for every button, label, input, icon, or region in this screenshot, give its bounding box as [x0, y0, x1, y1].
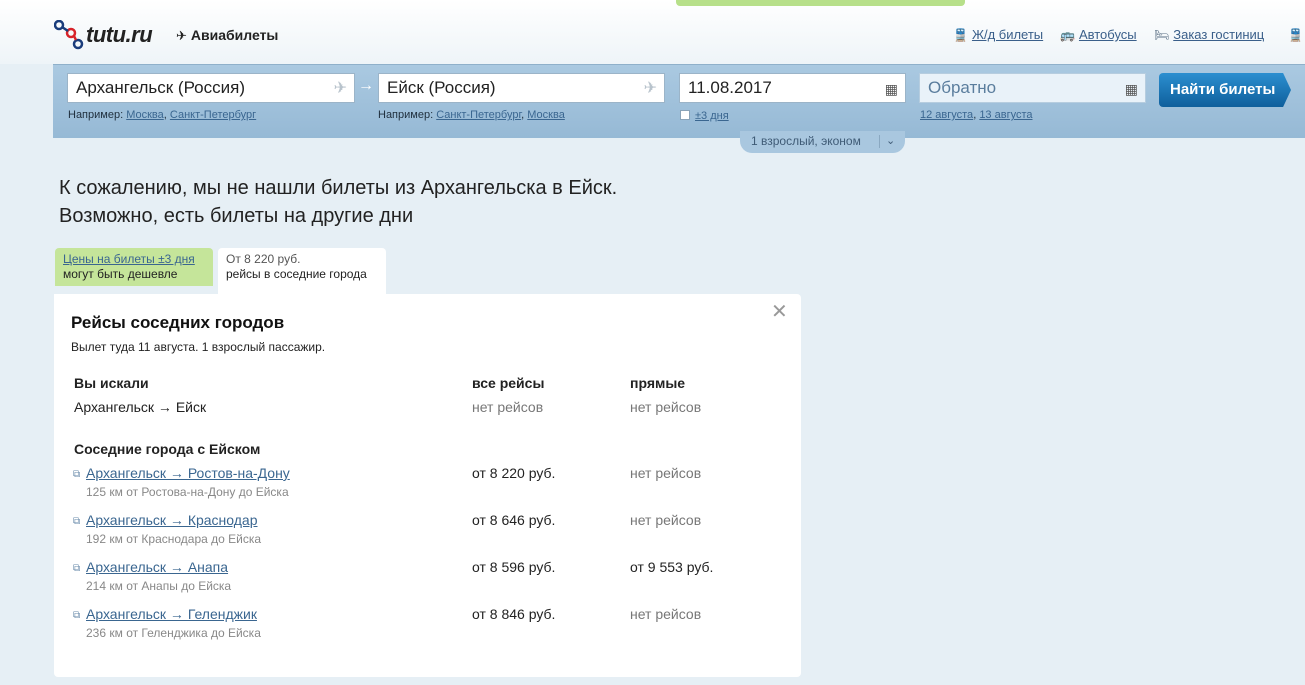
from-input[interactable]: Архангельск (Россия) ✈ — [67, 73, 355, 103]
searched-direct: нет рейсов — [630, 399, 702, 415]
to-hint: Например: Санкт-Петербург, Москва — [378, 109, 565, 121]
hint-prefix: Например: — [378, 109, 434, 121]
to-input[interactable]: Ейск (Россия) ✈ — [378, 73, 665, 103]
return-example-link[interactable]: 13 августа — [979, 109, 1032, 121]
nav-hotel[interactable]: 🛏 Заказ гостиниц — [1154, 27, 1264, 42]
from-value: Архангельск (Россия) — [76, 78, 245, 97]
external-link-icon: ⧉ — [73, 469, 81, 480]
logo-icon — [54, 20, 84, 50]
notice-strip — [676, 0, 965, 6]
from-example-link[interactable]: Москва — [126, 109, 164, 121]
plane-icon: ✈ — [333, 80, 347, 97]
route-distance: 125 км от Ростова-на-Дону до Ейска — [86, 485, 289, 499]
from-hint: Например: Москва, Санкт-Петербург — [68, 109, 257, 121]
external-link-icon: ⧉ — [73, 563, 81, 574]
searched-all: нет рейсов — [472, 399, 544, 415]
section-title: ✈ Авиабилеты — [176, 27, 278, 44]
route-direct-price: от 9 553 руб. — [630, 559, 714, 575]
return-date-input[interactable]: Обратно ▦ — [919, 73, 1146, 103]
route-direct-price: нет рейсов — [630, 465, 702, 481]
flex-days-label: ±3 дня — [695, 110, 729, 122]
route-all-price: от 8 846 руб. — [472, 606, 556, 622]
date-input[interactable]: 11.08.2017 ▦ — [679, 73, 906, 103]
no-results-line: К сожалению, мы не нашли билеты из Архан… — [59, 177, 618, 199]
route-link[interactable]: Архангельск → Геленджик — [86, 606, 257, 622]
checkbox-icon[interactable] — [680, 110, 690, 120]
no-results-message: К сожалению, мы не нашли билеты из Архан… — [59, 174, 617, 230]
nav-bus[interactable]: 🚌 Автобусы — [1060, 27, 1137, 42]
route-link[interactable]: Архангельск → Ростов-на-Дону — [86, 465, 290, 481]
alternative-line: Возможно, есть билеты на другие дни — [59, 205, 414, 227]
nav-more-icon[interactable]: 🚆 — [1288, 27, 1305, 42]
route-distance: 214 км от Анапы до Ейска — [86, 579, 232, 593]
hint-prefix: Например: — [68, 109, 124, 121]
train-icon: 🚆 — [1288, 28, 1303, 42]
nav-bus-label: Автобусы — [1078, 27, 1137, 42]
route-link[interactable]: Архангельск → Анапа — [86, 559, 228, 575]
logo-text: tutu.ru — [86, 22, 153, 47]
plane-icon: ✈ — [176, 28, 187, 43]
nav-train-label: Ж/д билеты — [971, 27, 1044, 42]
calendar-icon[interactable]: ▦ — [1125, 80, 1138, 98]
card-title: Рейсы соседних городов — [71, 313, 285, 332]
tab-label: От 8 220 руб. — [226, 252, 301, 266]
section-title-label: Авиабилеты — [190, 27, 279, 43]
flex-days-checkbox[interactable]: ±3 дня — [680, 110, 729, 122]
route-all-price: от 8 646 руб. — [472, 512, 556, 528]
logo[interactable]: tutu.ru — [54, 20, 164, 52]
return-hint: 12 августа, 13 августа — [920, 109, 1033, 121]
from-example-link[interactable]: Санкт-Петербург — [170, 109, 256, 121]
calendar-icon[interactable]: ▦ — [885, 80, 898, 98]
to-example-link[interactable]: Санкт-Петербург — [436, 109, 521, 121]
col-direct-header: прямые — [630, 375, 686, 391]
col-all-header: все рейсы — [472, 375, 545, 391]
nav-hotel-label: Заказ гостиниц — [1173, 27, 1265, 42]
card-subtitle: Вылет туда 11 августа. 1 взрослый пассаж… — [71, 340, 326, 354]
bed-icon: 🛏 — [1154, 28, 1170, 42]
tab-prices-flex[interactable]: Цены на билеты ±3 дня могут быть дешевле — [55, 248, 213, 286]
route-direct-price: нет рейсов — [630, 512, 702, 528]
external-link-icon: ⧉ — [73, 610, 81, 621]
close-icon[interactable]: ✕ — [771, 302, 788, 322]
passengers-selector[interactable]: 1 взрослый, эконом ⌄ — [740, 131, 905, 153]
route-all-price: от 8 596 руб. — [472, 559, 556, 575]
chevron-down-icon: ⌄ — [886, 135, 896, 147]
find-tickets-button[interactable]: Найти билеты — [1159, 73, 1291, 107]
external-link-icon: ⧉ — [73, 516, 81, 527]
tab-label: Цены на билеты ±3 дня — [63, 252, 195, 266]
plane-icon: ✈ — [643, 80, 657, 97]
route-distance: 236 км от Геленджика до Ейска — [86, 626, 261, 640]
nearby-heading: Соседние города с Ейском — [74, 441, 261, 457]
searched-route: Архангельск → Ейск — [74, 399, 207, 415]
divider — [879, 135, 880, 148]
col-searched-header: Вы искали — [74, 375, 149, 391]
date-value: 11.08.2017 — [688, 78, 772, 97]
tab-label: могут быть дешевле — [63, 267, 178, 281]
return-placeholder: Обратно — [928, 78, 997, 97]
bus-icon: 🚌 — [1060, 28, 1075, 42]
route-direct-price: нет рейсов — [630, 606, 702, 622]
arrow-icon: → — [358, 77, 374, 94]
route-distance: 192 км от Краснодара до Ейска — [86, 532, 262, 546]
passengers-label: 1 взрослый, эконом — [751, 134, 861, 148]
train-icon: 🚆 — [953, 28, 968, 42]
tab-nearby-cities[interactable]: От 8 220 руб. рейсы в соседние города — [218, 248, 386, 294]
to-value: Ейск (Россия) — [387, 78, 496, 97]
nav-train[interactable]: 🚆 Ж/д билеты — [953, 27, 1043, 42]
route-link[interactable]: Архангельск → Краснодар — [86, 512, 258, 528]
to-example-link[interactable]: Москва — [527, 109, 565, 121]
route-all-price: от 8 220 руб. — [472, 465, 556, 481]
return-example-link[interactable]: 12 августа — [920, 109, 973, 121]
tab-label: рейсы в соседние города — [226, 267, 367, 281]
